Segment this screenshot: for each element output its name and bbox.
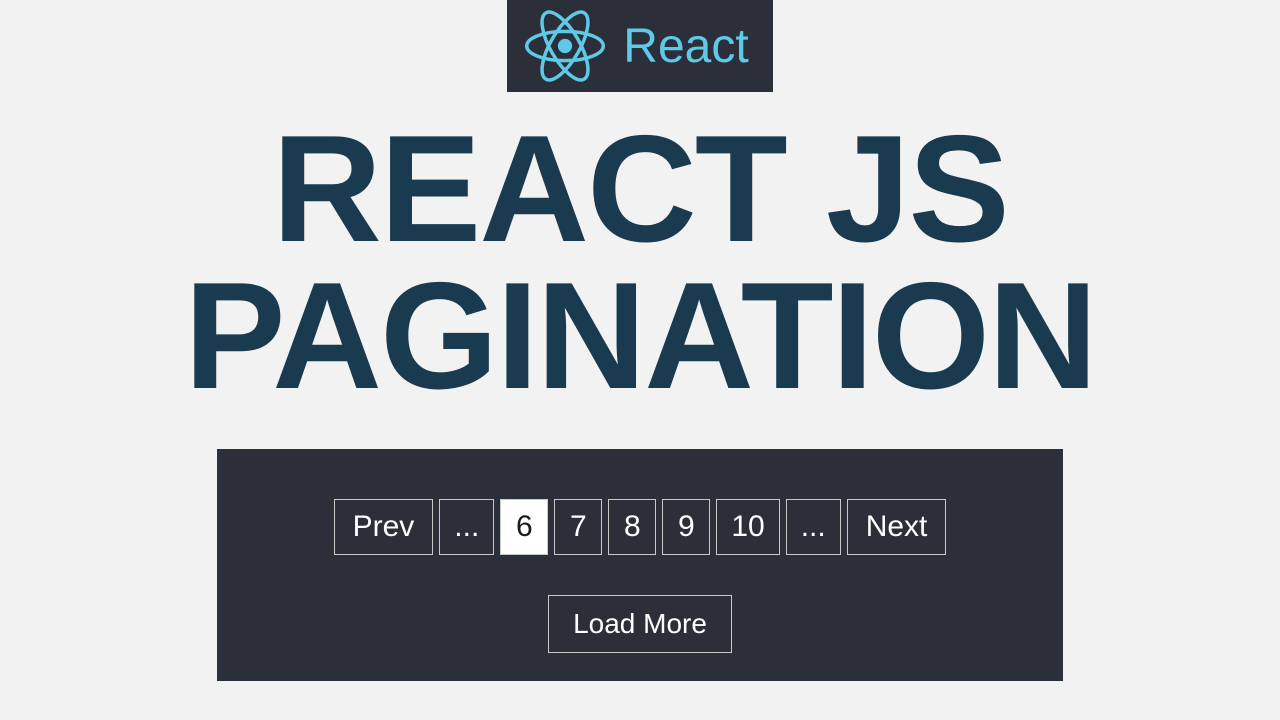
title-line-1: REACT JS: [272, 104, 1008, 274]
pagination: Prev ... 6 7 8 9 10 ... Next: [334, 499, 947, 555]
prev-button[interactable]: Prev: [334, 499, 434, 555]
page-title: REACT JS PAGINATION: [184, 116, 1096, 411]
react-icon: [525, 10, 605, 82]
page-9-button[interactable]: 9: [662, 499, 710, 555]
pagination-ellipsis-left: ...: [439, 499, 494, 555]
pagination-panel: Prev ... 6 7 8 9 10 ... Next Load More: [217, 449, 1063, 681]
page-10-button[interactable]: 10: [716, 499, 779, 555]
page-6-button[interactable]: 6: [500, 499, 548, 555]
page-7-button[interactable]: 7: [554, 499, 602, 555]
next-button[interactable]: Next: [847, 499, 947, 555]
load-more-button[interactable]: Load More: [548, 595, 732, 653]
react-logo-text: React: [623, 19, 748, 74]
react-logo-box: React: [507, 0, 772, 92]
pagination-ellipsis-right: ...: [786, 499, 841, 555]
title-line-2: PAGINATION: [184, 251, 1096, 421]
page-8-button[interactable]: 8: [608, 499, 656, 555]
